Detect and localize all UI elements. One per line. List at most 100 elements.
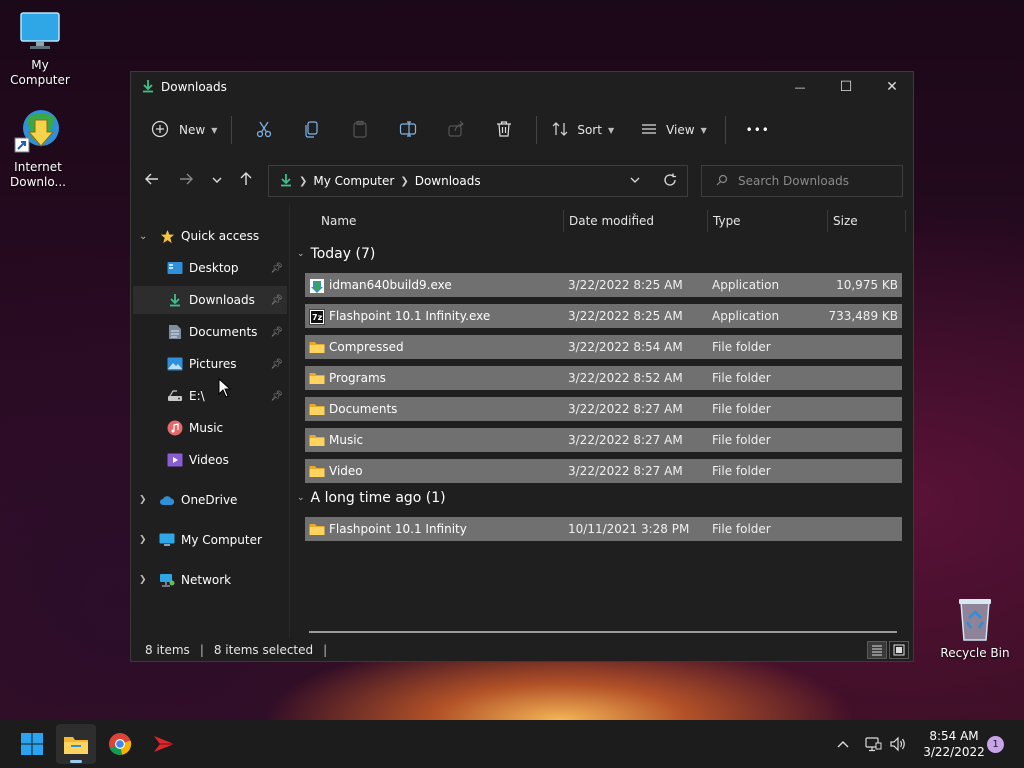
recent-locations-button[interactable]	[202, 166, 232, 196]
column-divider[interactable]	[707, 210, 708, 232]
rename-button[interactable]	[384, 114, 432, 146]
sort-arrows-icon	[551, 120, 569, 141]
chevron-right-icon: ❯	[400, 175, 409, 187]
folder-icon	[309, 340, 325, 354]
file-row[interactable]: Compressed 3/22/2022 8:54 AM File folder	[305, 335, 902, 359]
pictures-icon	[167, 356, 183, 372]
monitor-icon	[18, 10, 62, 54]
desktop-icon-internet-download-manager[interactable]: Internet Downlo...	[0, 106, 78, 190]
sidebar-item-documents[interactable]: Documents 📌︎	[133, 318, 287, 346]
file-name: Music	[329, 433, 364, 447]
horizontal-scrollbar[interactable]	[309, 631, 897, 633]
tray-overflow-button[interactable]	[836, 720, 850, 768]
file-row[interactable]: Documents 3/22/2022 8:27 AM File folder	[305, 397, 902, 421]
sidebar-item-desktop[interactable]: Desktop 📌︎	[133, 254, 287, 282]
copy-button[interactable]	[288, 114, 336, 146]
taskbar-chrome[interactable]	[100, 724, 140, 764]
chevron-right-icon[interactable]: ❯	[139, 575, 147, 585]
up-button[interactable]	[231, 166, 261, 196]
search-icon	[716, 174, 728, 189]
more-options-button[interactable]: •••	[734, 114, 782, 146]
share-button[interactable]	[432, 114, 480, 146]
file-row[interactable]: Programs 3/22/2022 8:52 AM File folder	[305, 366, 902, 390]
view-button[interactable]: View ▼	[634, 114, 713, 146]
chevron-right-icon[interactable]: ❯	[139, 495, 147, 505]
start-button[interactable]	[12, 724, 52, 764]
clock[interactable]: 8:54 AM 3/22/2022	[914, 728, 994, 760]
recycle-bin-icon	[953, 596, 997, 642]
toolbar-separator	[231, 116, 233, 144]
search-box[interactable]: Search Downloads	[701, 165, 903, 197]
title-bar[interactable]: Downloads — ☐ ✕	[131, 72, 913, 102]
file-row[interactable]: 7z Flashpoint 10.1 Infinity.exe 3/22/2022 …	[305, 304, 902, 328]
refresh-icon	[664, 173, 676, 186]
sidebar-item-label: Quick access	[181, 229, 260, 243]
notification-badge[interactable]: 1	[987, 736, 1004, 753]
paste-button[interactable]	[336, 114, 384, 146]
status-separator: |	[323, 643, 328, 657]
forward-button[interactable]	[171, 166, 201, 196]
cut-button[interactable]	[240, 114, 288, 146]
sidebar-item-my-computer[interactable]: ❯ My Computer	[133, 526, 287, 554]
column-header-type[interactable]: Type	[713, 214, 741, 228]
address-bar[interactable]: ❯ My Computer ❯ Downloads	[268, 165, 688, 197]
download-arrow-icon	[141, 79, 155, 96]
desktop-icon-my-computer[interactable]: My Computer	[0, 10, 80, 88]
pin-icon[interactable]: 📌︎	[270, 327, 283, 338]
sidebar-item-drive-e[interactable]: E:\ 📌︎	[133, 382, 287, 410]
sidebar-item-videos[interactable]: Videos	[133, 446, 287, 474]
desktop-icon-recycle-bin[interactable]: Recycle Bin	[935, 596, 1015, 661]
sidebar-item-onedrive[interactable]: ❯ OneDrive	[133, 486, 287, 514]
column-divider[interactable]	[905, 210, 906, 232]
sidebar-item-downloads[interactable]: Downloads 📌︎	[133, 286, 287, 314]
sidebar-item-quick-access[interactable]: ⌄ Quick access	[133, 222, 287, 250]
sidebar-item-network[interactable]: ❯ Network	[133, 566, 287, 594]
column-header-name[interactable]: Name	[321, 214, 356, 228]
address-history-dropdown[interactable]	[629, 174, 641, 189]
pin-icon[interactable]: 📌︎	[270, 391, 283, 402]
pane-divider[interactable]	[289, 204, 290, 638]
breadcrumb-item[interactable]: Downloads	[415, 174, 481, 188]
new-button[interactable]: New ▼	[145, 114, 223, 146]
close-button[interactable]: ✕	[869, 72, 915, 102]
sidebar-item-music[interactable]: Music	[133, 414, 287, 442]
group-header-today[interactable]: ⌄ Today (7)	[297, 246, 375, 262]
folder-icon	[64, 737, 88, 754]
column-divider[interactable]	[563, 210, 564, 232]
network-status-button[interactable]	[864, 720, 882, 768]
chevron-right-icon[interactable]: ❯	[139, 535, 147, 545]
file-date: 10/11/2021 3:28 PM	[568, 522, 690, 536]
file-row[interactable]: Flashpoint 10.1 Infinity 10/11/2021 3:28 …	[305, 517, 902, 541]
group-header-long-time-ago[interactable]: ⌄ A long time ago (1)	[297, 490, 446, 506]
breadcrumb-item[interactable]: My Computer	[313, 174, 394, 188]
delete-button[interactable]	[480, 114, 528, 146]
file-name: Video	[329, 464, 363, 478]
document-icon	[167, 324, 183, 340]
refresh-button[interactable]	[663, 173, 677, 190]
file-row[interactable]: Video 3/22/2022 8:27 AM File folder	[305, 459, 902, 483]
details-view-toggle[interactable]	[867, 641, 887, 659]
music-icon	[167, 420, 183, 436]
minimize-button[interactable]: —	[777, 72, 823, 102]
taskbar-flashpoint[interactable]	[144, 724, 184, 764]
column-divider[interactable]	[827, 210, 828, 232]
share-icon	[447, 120, 465, 141]
back-button[interactable]	[137, 166, 167, 196]
chevron-down-icon[interactable]: ⌄	[139, 231, 147, 242]
file-row[interactable]: Music 3/22/2022 8:27 AM File folder	[305, 428, 902, 452]
volume-button[interactable]	[889, 720, 907, 768]
flashpoint-icon	[154, 736, 174, 752]
folder-icon	[309, 433, 325, 447]
clipboard-icon	[351, 120, 369, 141]
sort-button[interactable]: Sort ▼	[545, 114, 620, 146]
maximize-button[interactable]: ☐	[823, 72, 869, 102]
taskbar-file-explorer[interactable]	[56, 724, 96, 764]
pin-icon[interactable]: 📌︎	[270, 359, 283, 370]
pin-icon[interactable]: 📌︎	[270, 295, 283, 306]
column-header-size[interactable]: Size	[833, 214, 858, 228]
sidebar-item-pictures[interactable]: Pictures 📌︎	[133, 350, 287, 378]
large-icons-view-toggle[interactable]	[889, 641, 909, 659]
column-header-date-modified[interactable]: Date modified	[569, 214, 654, 228]
file-row[interactable]: idman640build9.exe 3/22/2022 8:25 AM Appli…	[305, 273, 902, 297]
pin-icon[interactable]: 📌︎	[270, 263, 283, 274]
